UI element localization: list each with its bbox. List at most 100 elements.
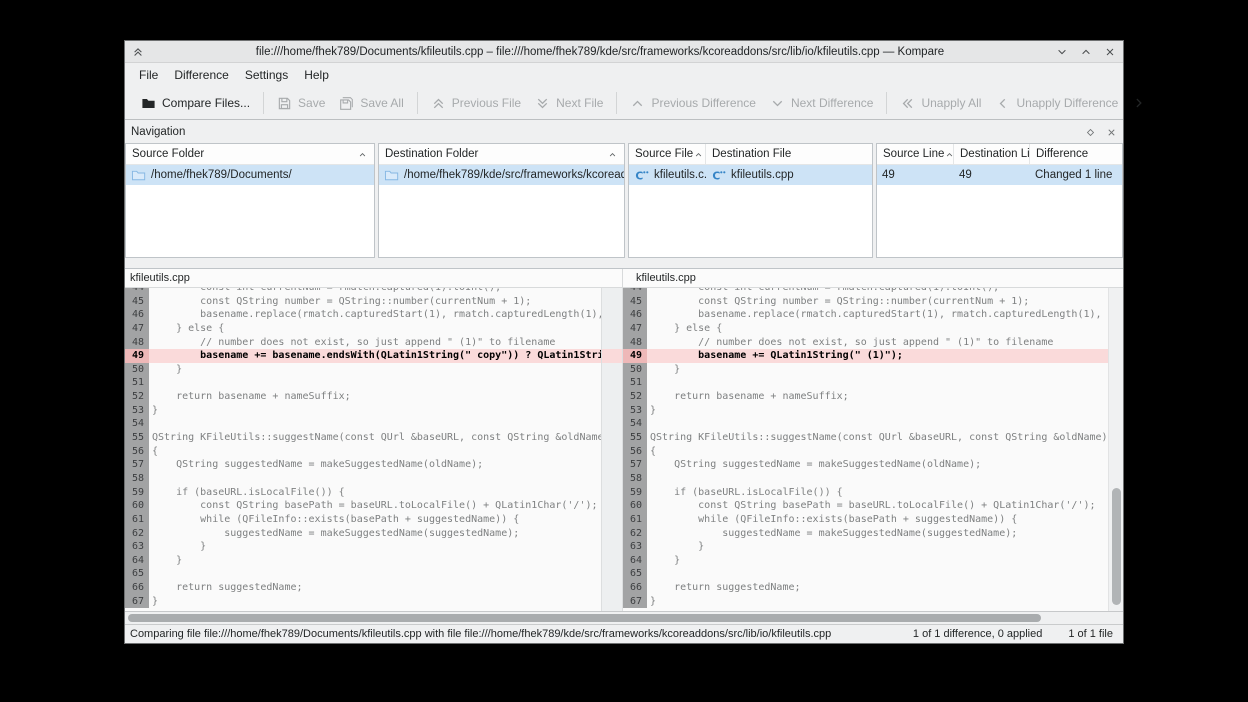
code-line-66[interactable]: 66 return suggestedName; <box>623 581 1108 595</box>
code-line-56[interactable]: 56{ <box>623 445 1108 459</box>
maximize-button[interactable] <box>1080 46 1092 58</box>
navigation-float-button[interactable] <box>1085 127 1096 138</box>
code-line-63[interactable] <box>602 540 622 554</box>
code-line-54[interactable]: 54 <box>125 417 601 431</box>
compare-files-button[interactable]: Compare Files... <box>134 91 257 116</box>
code-line-49[interactable]: 49 basename += QLatin1String(" (1)"); <box>623 349 1108 363</box>
source-code-pane[interactable]: 44 const int currentNum = rmatch.capture… <box>125 288 601 611</box>
code-line-55[interactable]: 55QString KFileUtils::suggestName(const … <box>125 431 601 445</box>
code-line-67[interactable]: 67} <box>623 595 1108 609</box>
titlebar[interactable]: file:///home/fhek789/Documents/kfileutil… <box>125 41 1123 63</box>
save-all-button[interactable]: Save All <box>332 91 410 116</box>
code-line-47[interactable]: 47 } else { <box>125 322 601 336</box>
code-line-57[interactable] <box>602 458 622 472</box>
code-line-53[interactable]: 53} <box>623 404 1108 418</box>
code-line-45[interactable] <box>602 295 622 309</box>
code-line-61[interactable]: 61 while (QFileInfo::exists(basePath + s… <box>125 513 601 527</box>
code-line-48[interactable] <box>602 336 622 350</box>
code-line-61[interactable] <box>602 513 622 527</box>
next-difference-button[interactable]: Next Difference <box>763 91 880 116</box>
code-line-64[interactable]: 64 } <box>623 554 1108 568</box>
code-line-46[interactable] <box>602 308 622 322</box>
code-line-65[interactable]: 65 <box>125 567 601 581</box>
code-line-47[interactable] <box>602 322 622 336</box>
code-line-66[interactable]: 66 return suggestedName; <box>125 581 601 595</box>
source-folder-column-header-0[interactable]: Source Folder <box>126 144 374 164</box>
code-line-44[interactable] <box>602 288 622 295</box>
code-line-64[interactable] <box>602 554 622 568</box>
files-column-header-0[interactable]: Source File <box>629 144 706 164</box>
source-folder-row[interactable]: /home/fhek789/Documents/ <box>126 165 374 185</box>
code-line-52[interactable] <box>602 390 622 404</box>
code-line-65[interactable]: 65 <box>623 567 1108 581</box>
code-line-62[interactable]: 62 suggestedName = makeSuggestedName(sug… <box>623 527 1108 541</box>
code-line-55[interactable]: 55QString KFileUtils::suggestName(const … <box>623 431 1108 445</box>
code-line-44[interactable]: 44 const int currentNum = rmatch.capture… <box>623 288 1108 295</box>
code-line-56[interactable]: 56{ <box>125 445 601 459</box>
code-line-58[interactable]: 58 <box>125 472 601 486</box>
code-line-66[interactable] <box>602 581 622 595</box>
unapply-all-button[interactable]: Unapply All <box>893 91 988 116</box>
menu-file[interactable]: File <box>131 64 166 86</box>
code-line-48[interactable]: 48 // number does not exist, so just app… <box>623 336 1108 350</box>
code-line-52[interactable]: 52 return basename + nameSuffix; <box>125 390 601 404</box>
files-row[interactable]: Ckfileutils.c...Ckfileutils.cpp <box>629 165 872 185</box>
code-line-61[interactable]: 61 while (QFileInfo::exists(basePath + s… <box>623 513 1108 527</box>
horizontal-scrollbar-thumb[interactable] <box>128 614 1041 622</box>
minimize-button[interactable] <box>1056 46 1068 58</box>
code-line-54[interactable]: 54 <box>623 417 1108 431</box>
destination-code-pane[interactable]: 44 const int currentNum = rmatch.capture… <box>623 288 1108 611</box>
code-line-59[interactable]: 59 if (baseURL.isLocalFile()) { <box>125 486 601 500</box>
code-line-47[interactable]: 47 } else { <box>623 322 1108 336</box>
code-line-60[interactable] <box>602 499 622 513</box>
navigation-close-button[interactable] <box>1106 127 1117 138</box>
code-line-50[interactable]: 50 } <box>623 363 1108 377</box>
previous-difference-button[interactable]: Previous Difference <box>623 91 763 116</box>
code-line-51[interactable]: 51 <box>623 376 1108 390</box>
code-line-60[interactable]: 60 const QString basePath = baseURL.toLo… <box>623 499 1108 513</box>
lines-column-header-1[interactable]: Destination Lir <box>954 144 1030 164</box>
menu-settings[interactable]: Settings <box>237 64 296 86</box>
lines-row[interactable]: 4949Changed 1 line <box>877 165 1122 185</box>
code-line-58[interactable] <box>602 472 622 486</box>
code-line-64[interactable]: 64 } <box>125 554 601 568</box>
horizontal-scrollbar[interactable] <box>125 612 1123 624</box>
close-button[interactable] <box>1104 46 1116 58</box>
code-line-52[interactable]: 52 return basename + nameSuffix; <box>623 390 1108 404</box>
code-line-67[interactable] <box>602 595 622 609</box>
code-line-51[interactable]: 51 <box>125 376 601 390</box>
vertical-scrollbar-thumb[interactable] <box>1112 488 1121 605</box>
files-column-header-1[interactable]: Destination File <box>706 144 872 164</box>
code-line-62[interactable] <box>602 527 622 541</box>
code-line-59[interactable] <box>602 486 622 500</box>
unapply-difference-button[interactable]: Unapply Difference <box>988 91 1125 116</box>
code-line-44[interactable]: 44 const int currentNum = rmatch.capture… <box>125 288 601 295</box>
code-line-63[interactable]: 63 } <box>125 540 601 554</box>
lines-column-header-2[interactable]: Difference <box>1030 144 1122 164</box>
code-line-53[interactable]: 53} <box>125 404 601 418</box>
vertical-scrollbar[interactable] <box>1108 288 1123 611</box>
code-line-46[interactable]: 46 basename.replace(rmatch.capturedStart… <box>623 308 1108 322</box>
code-line-63[interactable]: 63 } <box>623 540 1108 554</box>
destination-folder-row[interactable]: /home/fhek789/kde/src/frameworks/kcoread… <box>379 165 624 185</box>
code-line-59[interactable]: 59 if (baseURL.isLocalFile()) { <box>623 486 1108 500</box>
code-line-57[interactable]: 57 QString suggestedName = makeSuggested… <box>623 458 1108 472</box>
next-file-button[interactable]: Next File <box>528 91 610 116</box>
previous-file-button[interactable]: Previous File <box>424 91 528 116</box>
code-line-58[interactable]: 58 <box>623 472 1108 486</box>
code-line-48[interactable]: 48 // number does not exist, so just app… <box>125 336 601 350</box>
code-line-51[interactable] <box>602 376 622 390</box>
lines-column-header-0[interactable]: Source Line <box>877 144 954 164</box>
menu-difference[interactable]: Difference <box>166 64 236 86</box>
code-line-49[interactable]: 49 basename += basename.endsWith(QLatin1… <box>125 349 601 363</box>
code-line-56[interactable] <box>602 445 622 459</box>
toolbar-overflow-button[interactable] <box>1125 91 1153 115</box>
destination-folder-column-header-0[interactable]: Destination Folder <box>379 144 624 164</box>
code-line-60[interactable]: 60 const QString basePath = baseURL.toLo… <box>125 499 601 513</box>
code-line-57[interactable]: 57 QString suggestedName = makeSuggested… <box>125 458 601 472</box>
code-line-46[interactable]: 46 basename.replace(rmatch.capturedStart… <box>125 308 601 322</box>
code-line-45[interactable]: 45 const QString number = QString::numbe… <box>125 295 601 309</box>
code-line-54[interactable] <box>602 417 622 431</box>
code-line-45[interactable]: 45 const QString number = QString::numbe… <box>623 295 1108 309</box>
code-line-50[interactable]: 50 } <box>125 363 601 377</box>
